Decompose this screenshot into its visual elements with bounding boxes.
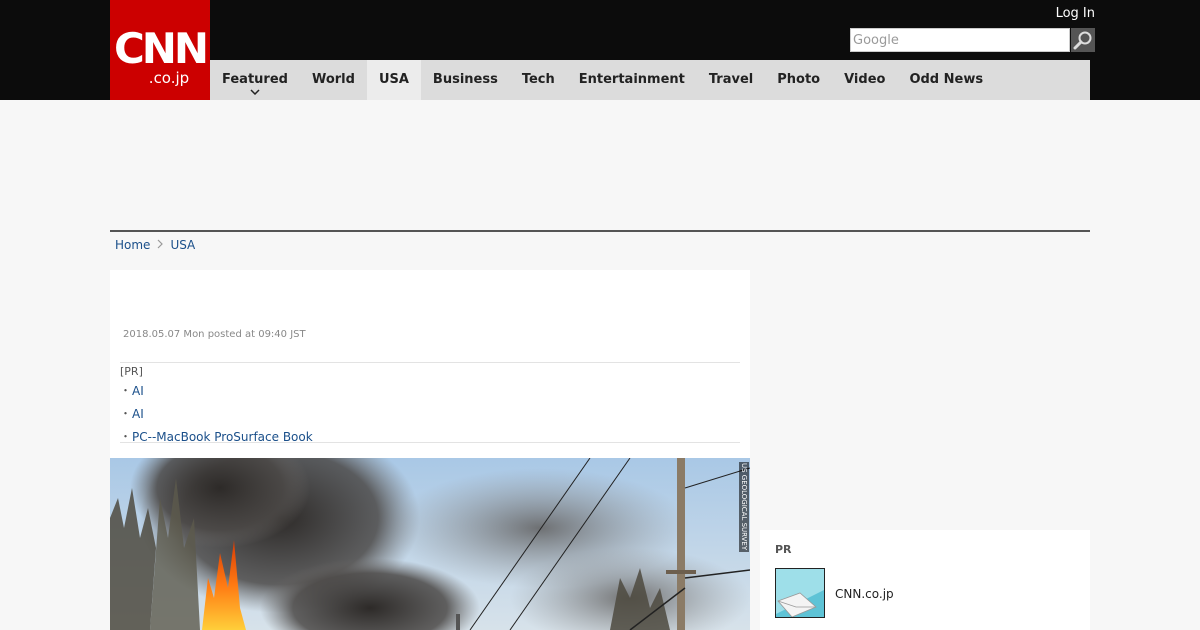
wildfire-photo bbox=[110, 458, 750, 630]
nav-video[interactable]: Video bbox=[832, 60, 897, 100]
mail-thumbnail-icon[interactable] bbox=[775, 568, 825, 618]
breadcrumb-usa[interactable]: USA bbox=[170, 238, 195, 252]
pr-link-text: AI bbox=[132, 407, 144, 421]
chevron-right-icon bbox=[157, 238, 164, 252]
pr-link-item[interactable]: ・ AI bbox=[120, 384, 740, 407]
nav-usa[interactable]: USA bbox=[366, 60, 421, 100]
bullet: ・ bbox=[120, 384, 131, 397]
pr-link-item[interactable]: ・ AI bbox=[120, 407, 740, 430]
article-photo[interactable]: US GEOLOGICAL SURVEY bbox=[110, 458, 750, 630]
nav-world[interactable]: World bbox=[300, 60, 367, 100]
nav-business[interactable]: Business bbox=[421, 60, 510, 100]
sidebar-pr-box: PR CNN.co.jp bbox=[760, 530, 1090, 630]
nav-featured[interactable]: Featured bbox=[210, 60, 300, 100]
pr-links-block: [PR] ・ AI ・ AI ・ PC--MacBook ProSurface … bbox=[120, 362, 740, 453]
top-bar: CNN .co.jp Log In Google Featured World … bbox=[0, 0, 1200, 100]
main-nav: Featured World USA Business Tech Enterta… bbox=[210, 60, 1090, 100]
article-date: 2018.05.07 Mon posted at 09:40 JST bbox=[123, 329, 306, 340]
nav-photo[interactable]: Photo bbox=[765, 60, 832, 100]
pr-link-text: AI bbox=[132, 384, 144, 398]
nav-odd-news[interactable]: Odd News bbox=[897, 60, 995, 100]
cnn-logo[interactable]: CNN .co.jp bbox=[110, 0, 210, 100]
nav-label: Featured bbox=[222, 72, 288, 87]
search-input[interactable]: Google bbox=[850, 28, 1070, 52]
search-icon bbox=[1073, 31, 1092, 50]
logo-wordmark: CNN bbox=[113, 24, 209, 73]
sidebar-pr-link[interactable]: CNN.co.jp bbox=[835, 587, 894, 601]
search-button[interactable] bbox=[1071, 28, 1095, 52]
breadcrumb-home[interactable]: Home bbox=[115, 238, 150, 252]
ad-banner-space bbox=[110, 100, 1090, 230]
article-card: 2018.05.07 Mon posted at 09:40 JST [PR] … bbox=[110, 270, 750, 630]
nav-tech[interactable]: Tech bbox=[510, 60, 567, 100]
chevron-down-icon bbox=[250, 88, 260, 98]
bullet: ・ bbox=[120, 407, 131, 420]
section-divider bbox=[110, 230, 1090, 232]
pr-label: [PR] bbox=[120, 365, 143, 378]
nav-entertainment[interactable]: Entertainment bbox=[567, 60, 697, 100]
login-link[interactable]: Log In bbox=[1056, 6, 1095, 21]
nav-travel[interactable]: Travel bbox=[697, 60, 765, 100]
sidebar-pr-label: PR bbox=[775, 543, 792, 556]
pr-divider bbox=[120, 442, 740, 443]
breadcrumb: Home USA bbox=[115, 238, 195, 252]
photo-credit: US GEOLOGICAL SURVEY bbox=[739, 462, 749, 552]
